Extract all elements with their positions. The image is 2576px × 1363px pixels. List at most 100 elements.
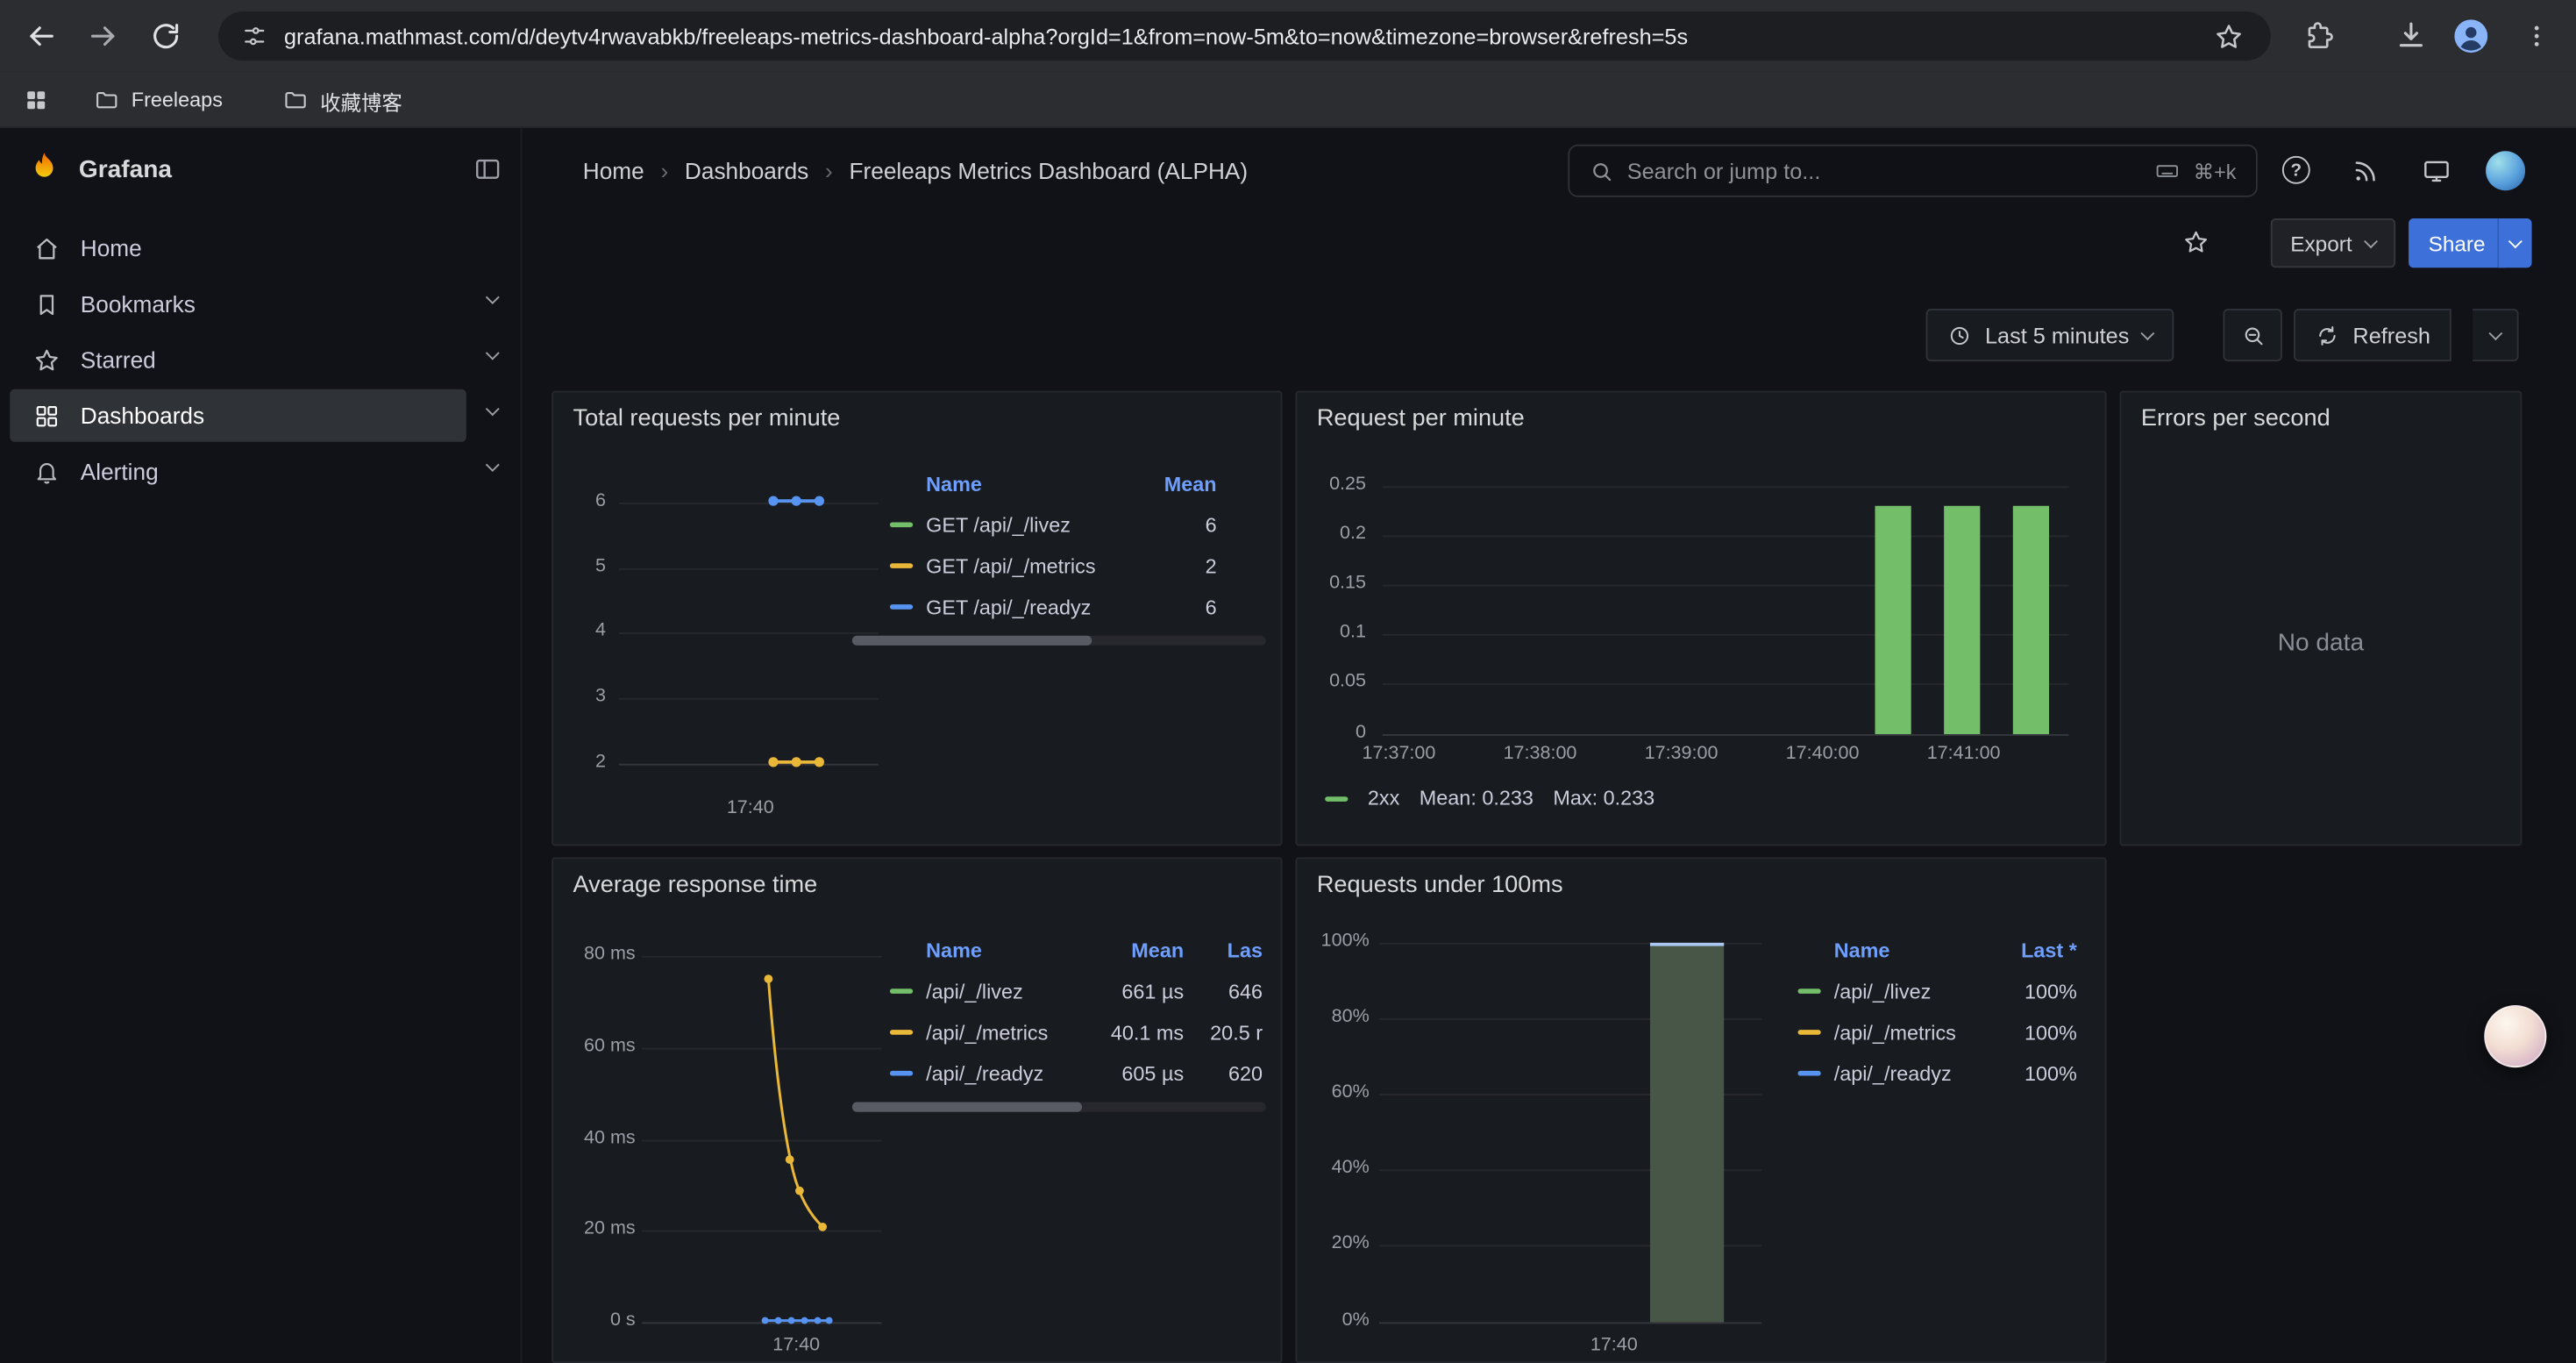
news-rss-icon[interactable] (2352, 156, 2381, 186)
breadcrumb-separator: › (660, 158, 668, 184)
chevron-down-icon (2487, 325, 2501, 339)
reload-icon[interactable] (149, 19, 181, 52)
sidebar-item-starred[interactable]: Starred (0, 332, 522, 388)
sidebar-item-alerting[interactable]: Alerting (0, 444, 522, 500)
series-name[interactable]: /api/_/metrics (926, 1021, 1075, 1044)
series-last: 620 (1197, 1062, 1263, 1085)
collapse-sidebar-icon[interactable] (473, 154, 502, 184)
series-color-swatch (890, 604, 913, 610)
chevron-down-icon (2140, 325, 2154, 339)
user-avatar[interactable] (2486, 151, 2525, 190)
series-name[interactable]: GET /api/_/readyz (926, 596, 1121, 618)
panel-errors-per-second: Errors per second No data (2120, 391, 2523, 846)
help-icon[interactable]: ? (2282, 156, 2310, 184)
bookmark-item[interactable]: Freeleaps (94, 72, 223, 128)
search-bar[interactable]: ⌘+k (1568, 145, 2257, 197)
search-shortcut: ⌘+k (2194, 159, 2237, 183)
forward-icon[interactable] (87, 19, 119, 52)
search-input[interactable] (1627, 159, 2141, 183)
legend-row: /api/_/readyz 605 µs 620 (890, 1053, 1263, 1094)
time-range-label: Last 5 minutes (1985, 323, 2129, 347)
export-button[interactable]: Export (2271, 218, 2395, 268)
series-name[interactable]: /api/_/readyz (926, 1062, 1075, 1085)
bookmark-star-icon[interactable] (2213, 21, 2245, 53)
legend-header-name[interactable]: Name (890, 472, 1121, 495)
extensions-icon[interactable] (2302, 19, 2334, 52)
profile-avatar-icon[interactable] (2453, 18, 2489, 54)
refresh-button[interactable]: Refresh (2294, 309, 2451, 361)
legend-header-last[interactable]: Las (1197, 938, 1263, 961)
favorite-star-icon[interactable] (2182, 228, 2210, 256)
downloads-icon[interactable] (2394, 18, 2428, 53)
legend-header-name[interactable]: Name (890, 938, 1076, 961)
url-bar[interactable]: grafana.mathmast.com/d/deytv4rwavabkb/fr… (218, 11, 2271, 61)
apps-grid-icon[interactable] (23, 87, 49, 113)
breadcrumb-separator: › (825, 158, 833, 184)
scrollbar-thumb[interactable] (852, 636, 1092, 646)
sidebar-item-dashboards[interactable]: Dashboards (0, 388, 522, 444)
refresh-interval-button[interactable] (2473, 309, 2518, 361)
zoom-out-button[interactable] (2224, 309, 2282, 361)
y-tick: 60% (1300, 1082, 1370, 1102)
series-last: 100% (1978, 1062, 2076, 1085)
panel-title[interactable]: Errors per second (2141, 406, 2330, 432)
time-range-picker[interactable]: Last 5 minutes (1926, 309, 2174, 361)
legend-table: Name Last * /api/_/livez 100% /api/_/met… (1797, 930, 2076, 1094)
panel-title[interactable]: Requests under 100ms (1317, 872, 1563, 898)
series-name[interactable]: 2xx (1368, 787, 1399, 810)
x-tick: 17:39:00 (1629, 744, 1734, 763)
share-menu-button[interactable] (2497, 218, 2531, 268)
back-icon[interactable] (25, 19, 57, 52)
legend-header-name[interactable]: Name (1797, 938, 1965, 961)
grafana-logo[interactable] (26, 149, 62, 185)
series-name[interactable]: GET /api/_/livez (926, 513, 1121, 536)
monitor-icon[interactable] (2422, 156, 2451, 186)
breadcrumb-current: Freeleaps Metrics Dashboard (ALPHA) (850, 158, 1249, 184)
bookmark-item[interactable]: 收藏博客 (282, 72, 402, 128)
data-point (768, 757, 778, 767)
chevron-down-icon[interactable] (486, 458, 500, 472)
series-name[interactable]: GET /api/_/metrics (926, 554, 1121, 577)
data-point (815, 496, 824, 506)
legend-scrollbar[interactable] (852, 636, 1266, 646)
panel-title[interactable]: Total requests per minute (573, 406, 841, 432)
sidebar-item-bookmarks[interactable]: Bookmarks (0, 276, 522, 332)
breadcrumb-home[interactable]: Home (583, 158, 644, 184)
x-tick: 17:40:00 (1770, 744, 1875, 763)
series-name[interactable]: /api/_/livez (926, 980, 1075, 1003)
series-last: 646 (1197, 980, 1263, 1003)
series-color-swatch (890, 988, 913, 994)
breadcrumb-dashboards[interactable]: Dashboards (685, 158, 808, 184)
dashboards-grid-icon (32, 402, 60, 430)
panel-title[interactable]: Request per minute (1317, 406, 1525, 432)
chevron-down-icon[interactable] (486, 402, 500, 416)
bar-2xx (2013, 506, 2049, 734)
series-name[interactable]: /api/_/livez (1834, 980, 1966, 1003)
series-name[interactable]: /api/_/readyz (1834, 1062, 1966, 1085)
legend-header-mean[interactable]: Mean (1135, 472, 1217, 495)
scrollbar-thumb[interactable] (852, 1103, 1082, 1112)
gridline (619, 503, 879, 504)
assistant-avatar[interactable] (2484, 1005, 2546, 1067)
legend-header-mean[interactable]: Mean (1089, 938, 1185, 961)
url-text[interactable]: grafana.mathmast.com/d/deytv4rwavabkb/fr… (284, 24, 1688, 48)
legend-scrollbar[interactable] (852, 1103, 1266, 1112)
series-color-swatch (890, 1030, 913, 1035)
sidebar-item-home[interactable]: Home (0, 220, 522, 276)
site-settings-icon[interactable] (241, 23, 267, 49)
y-tick: 0.05 (1307, 672, 1366, 691)
series-name[interactable]: /api/_/metrics (1834, 1021, 1966, 1044)
series-color-swatch (1325, 796, 1348, 801)
legend-row: /api/_/livez 100% (1797, 971, 2076, 1012)
legend-header-last[interactable]: Last * (1978, 938, 2076, 961)
chevron-down-icon[interactable] (486, 290, 500, 304)
y-tick: 80% (1300, 1007, 1370, 1026)
y-tick: 3 (560, 687, 606, 706)
chevron-down-icon[interactable] (486, 346, 500, 360)
series-last: 100% (1978, 1021, 2076, 1044)
share-button[interactable]: Share (2409, 218, 2505, 268)
series-mean: Mean: 0.233 (1420, 787, 1534, 810)
main-area: Home › Dashboards › Freeleaps Metrics Da… (522, 128, 2576, 1363)
nav-highlight (10, 222, 466, 275)
browser-menu-icon[interactable] (2522, 21, 2551, 51)
